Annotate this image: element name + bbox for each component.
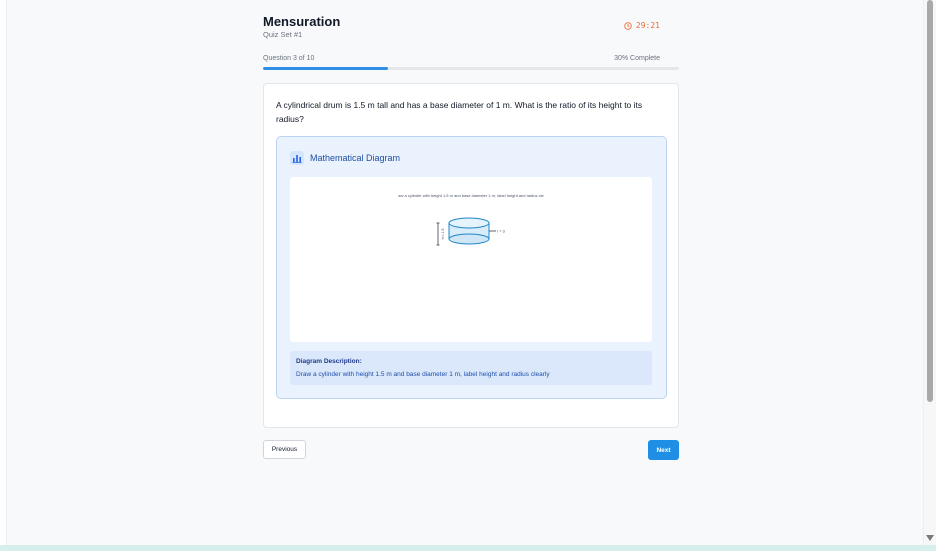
- next-button[interactable]: Next: [648, 440, 679, 460]
- page-scrollbar[interactable]: [924, 0, 936, 545]
- height-dimension-line: [436, 222, 440, 246]
- scroll-down-arrow-icon[interactable]: [926, 535, 934, 541]
- bottom-bar: [0, 545, 936, 551]
- cylinder-diagram: h = 1.5 r = 3: [436, 217, 505, 246]
- question-text: A cylindrical drum is 1.5 m tall and has…: [276, 100, 643, 124]
- quiz-page: Mensuration Quiz Set #1 29:21 Question 3…: [6, 0, 924, 545]
- cylinder-top: [448, 217, 490, 229]
- timer-value: 29:21: [635, 21, 660, 30]
- progress-label: Question 3 of 10: [263, 55, 315, 62]
- diagram-description-text: Draw a cylinder with height 1.5 m and ba…: [296, 371, 550, 378]
- clock-icon: [624, 21, 632, 30]
- quiz-title: Mensuration: [263, 14, 341, 29]
- diagram-caption: aw a cylinder with height 1.5 m and base…: [398, 193, 544, 198]
- progress-bar-fill: [263, 67, 388, 70]
- height-label: h = 1.5: [441, 229, 445, 240]
- question-card: A cylindrical drum is 1.5 m tall and has…: [263, 83, 679, 428]
- progress-percent: 30% Complete: [614, 55, 660, 62]
- diagram-header: Mathematical Diagram: [290, 151, 400, 165]
- diagram-description: Diagram Description: Draw a cylinder wit…: [290, 351, 652, 385]
- diagram-canvas: aw a cylinder with height 1.5 m and base…: [290, 177, 652, 342]
- progress-bar: [263, 67, 679, 70]
- diagram-title: Mathematical Diagram: [310, 153, 401, 163]
- radius-label: r = 3: [497, 230, 505, 234]
- cylinder-base: [448, 233, 490, 245]
- chart-icon: [290, 151, 304, 165]
- timer: 29:21: [624, 21, 660, 30]
- diagram-description-label: Diagram Description:: [296, 358, 362, 365]
- scrollbar-thumb[interactable]: [927, 0, 933, 402]
- quiz-subtitle: Quiz Set #1: [263, 30, 303, 39]
- diagram-panel: Mathematical Diagram aw a cylinder with …: [276, 136, 667, 399]
- previous-button[interactable]: Previous: [263, 440, 306, 459]
